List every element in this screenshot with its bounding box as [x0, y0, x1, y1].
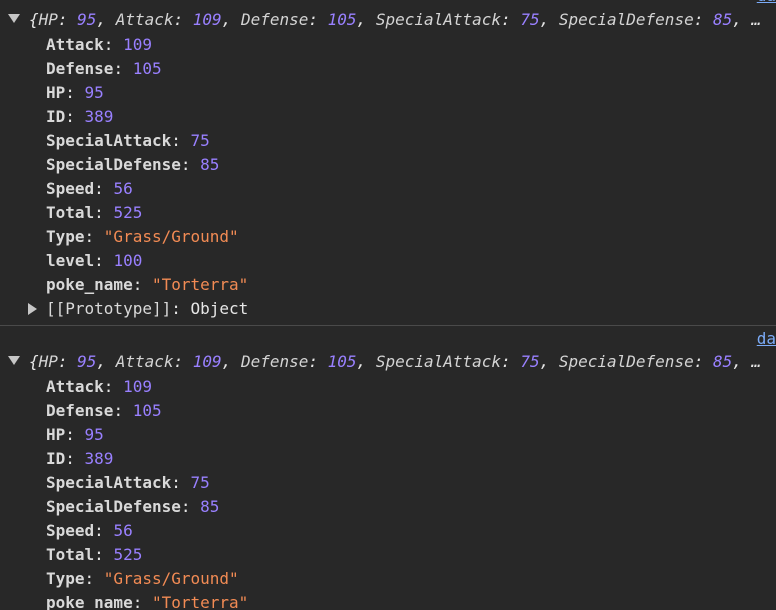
property-value: "Torterra" [151, 593, 249, 610]
property-key: Speed [46, 179, 95, 198]
summary-key: SpecialDefense [558, 352, 694, 371]
prototype-row[interactable]: [[Prototype]]: Object [28, 297, 248, 321]
summary-text: {HP: 95, Attack: 109, Defense: 105, Spec… [29, 352, 762, 371]
property-key: Total [46, 545, 95, 564]
summary-value: 75 [520, 352, 540, 371]
summary-value: 85 [712, 352, 733, 371]
property-row: Defense: 105 [46, 401, 162, 420]
prototype-key: [[Prototype]] [46, 299, 172, 318]
property-key: Defense [46, 401, 114, 420]
summary-value: 105 [327, 10, 357, 29]
property-value: 85 [200, 155, 220, 174]
property-row: level: 100 [46, 251, 143, 270]
summary-value: 95 [77, 352, 97, 371]
property-row: poke_name: "Torterra" [46, 275, 249, 294]
property-value: 389 [84, 107, 114, 126]
property-key: Attack [46, 35, 104, 54]
summary-value: 105 [327, 352, 357, 371]
property-row: ID: 389 [46, 107, 114, 126]
property-value: "Grass/Ground" [103, 569, 239, 588]
triangle-right-icon[interactable] [28, 303, 37, 315]
property-row: poke_name: "Torterra" [46, 593, 249, 610]
property-value: 56 [113, 179, 133, 198]
property-key: SpecialDefense [46, 155, 181, 174]
property-value: 75 [190, 131, 210, 150]
property-row: Type: "Grass/Ground" [46, 569, 239, 588]
property-row: HP: 95 [46, 425, 104, 444]
property-key: ID [46, 449, 66, 468]
property-value: 95 [84, 425, 104, 444]
summary-value: 75 [520, 10, 540, 29]
property-key: ID [46, 107, 66, 126]
property-key: poke_name [46, 593, 133, 610]
property-list: Attack: 109 Defense: 105 HP: 95 ID: 389 Spec… [46, 375, 248, 610]
property-value: 109 [123, 377, 152, 396]
triangle-down-icon[interactable] [8, 356, 20, 365]
property-key: level [46, 251, 95, 270]
property-value: 525 [113, 203, 143, 222]
property-row: Type: "Grass/Ground" [46, 227, 239, 246]
property-key: Type [46, 227, 85, 246]
property-row: SpecialAttack: 75 [46, 473, 210, 492]
property-list: Attack: 109 Defense: 105 HP: 95 ID: 389 Spec… [46, 33, 248, 297]
property-row: Attack: 109 [46, 35, 152, 54]
property-key: Speed [46, 521, 95, 540]
summary-value: 109 [192, 352, 222, 371]
property-value: "Torterra" [151, 275, 249, 294]
property-value: 85 [200, 497, 220, 516]
entry-divider [0, 325, 776, 326]
property-key: Type [46, 569, 85, 588]
property-value: 100 [113, 251, 143, 270]
source-link[interactable]: da [757, 0, 776, 5]
property-value: "Grass/Ground" [103, 227, 239, 246]
property-row: Attack: 109 [46, 377, 152, 396]
summary-key: Attack [115, 352, 174, 371]
property-key: HP [46, 83, 66, 102]
property-row: HP: 95 [46, 83, 104, 102]
property-value: 105 [132, 59, 162, 78]
property-row: Total: 525 [46, 203, 143, 222]
source-link[interactable]: da [757, 329, 776, 348]
property-row: ID: 389 [46, 449, 114, 468]
summary-value: 109 [192, 10, 222, 29]
property-value: 109 [123, 35, 152, 54]
property-value: 75 [190, 473, 210, 492]
property-value: 105 [132, 401, 162, 420]
property-key: Attack [46, 377, 104, 396]
property-row: Total: 525 [46, 545, 143, 564]
summary-key: Attack [115, 10, 174, 29]
summary-key: HP [38, 10, 58, 29]
summary-value: 95 [77, 10, 97, 29]
object-summary[interactable]: {HP: 95, Attack: 109, Defense: 105, Spec… [0, 350, 776, 374]
property-key: SpecialAttack [46, 473, 172, 492]
property-row: SpecialDefense: 85 [46, 155, 220, 174]
property-value: 389 [84, 449, 114, 468]
summary-key: SpecialDefense [558, 10, 694, 29]
summary-key: SpecialAttack [375, 10, 502, 29]
property-row: SpecialAttack: 75 [46, 131, 210, 150]
property-row: Speed: 56 [46, 521, 133, 540]
summary-key: Defense [240, 352, 309, 371]
property-row: SpecialDefense: 85 [46, 497, 220, 516]
summary-value: 85 [712, 10, 733, 29]
property-key: poke_name [46, 275, 133, 294]
object-summary[interactable]: {HP: 95, Attack: 109, Defense: 105, Spec… [0, 8, 776, 32]
property-value: 56 [113, 521, 133, 540]
summary-key: HP [38, 352, 58, 371]
summary-key: Defense [240, 10, 309, 29]
summary-key: SpecialAttack [375, 352, 502, 371]
property-key: Defense [46, 59, 114, 78]
prototype-value: Object [190, 299, 249, 318]
triangle-down-icon[interactable] [8, 14, 20, 23]
property-value: 525 [113, 545, 143, 564]
property-key: HP [46, 425, 66, 444]
property-key: Total [46, 203, 95, 222]
property-key: SpecialAttack [46, 131, 172, 150]
property-row: Defense: 105 [46, 59, 162, 78]
property-row: Speed: 56 [46, 179, 133, 198]
property-key: SpecialDefense [46, 497, 181, 516]
summary-text: {HP: 95, Attack: 109, Defense: 105, Spec… [29, 10, 762, 29]
property-value: 95 [84, 83, 104, 102]
